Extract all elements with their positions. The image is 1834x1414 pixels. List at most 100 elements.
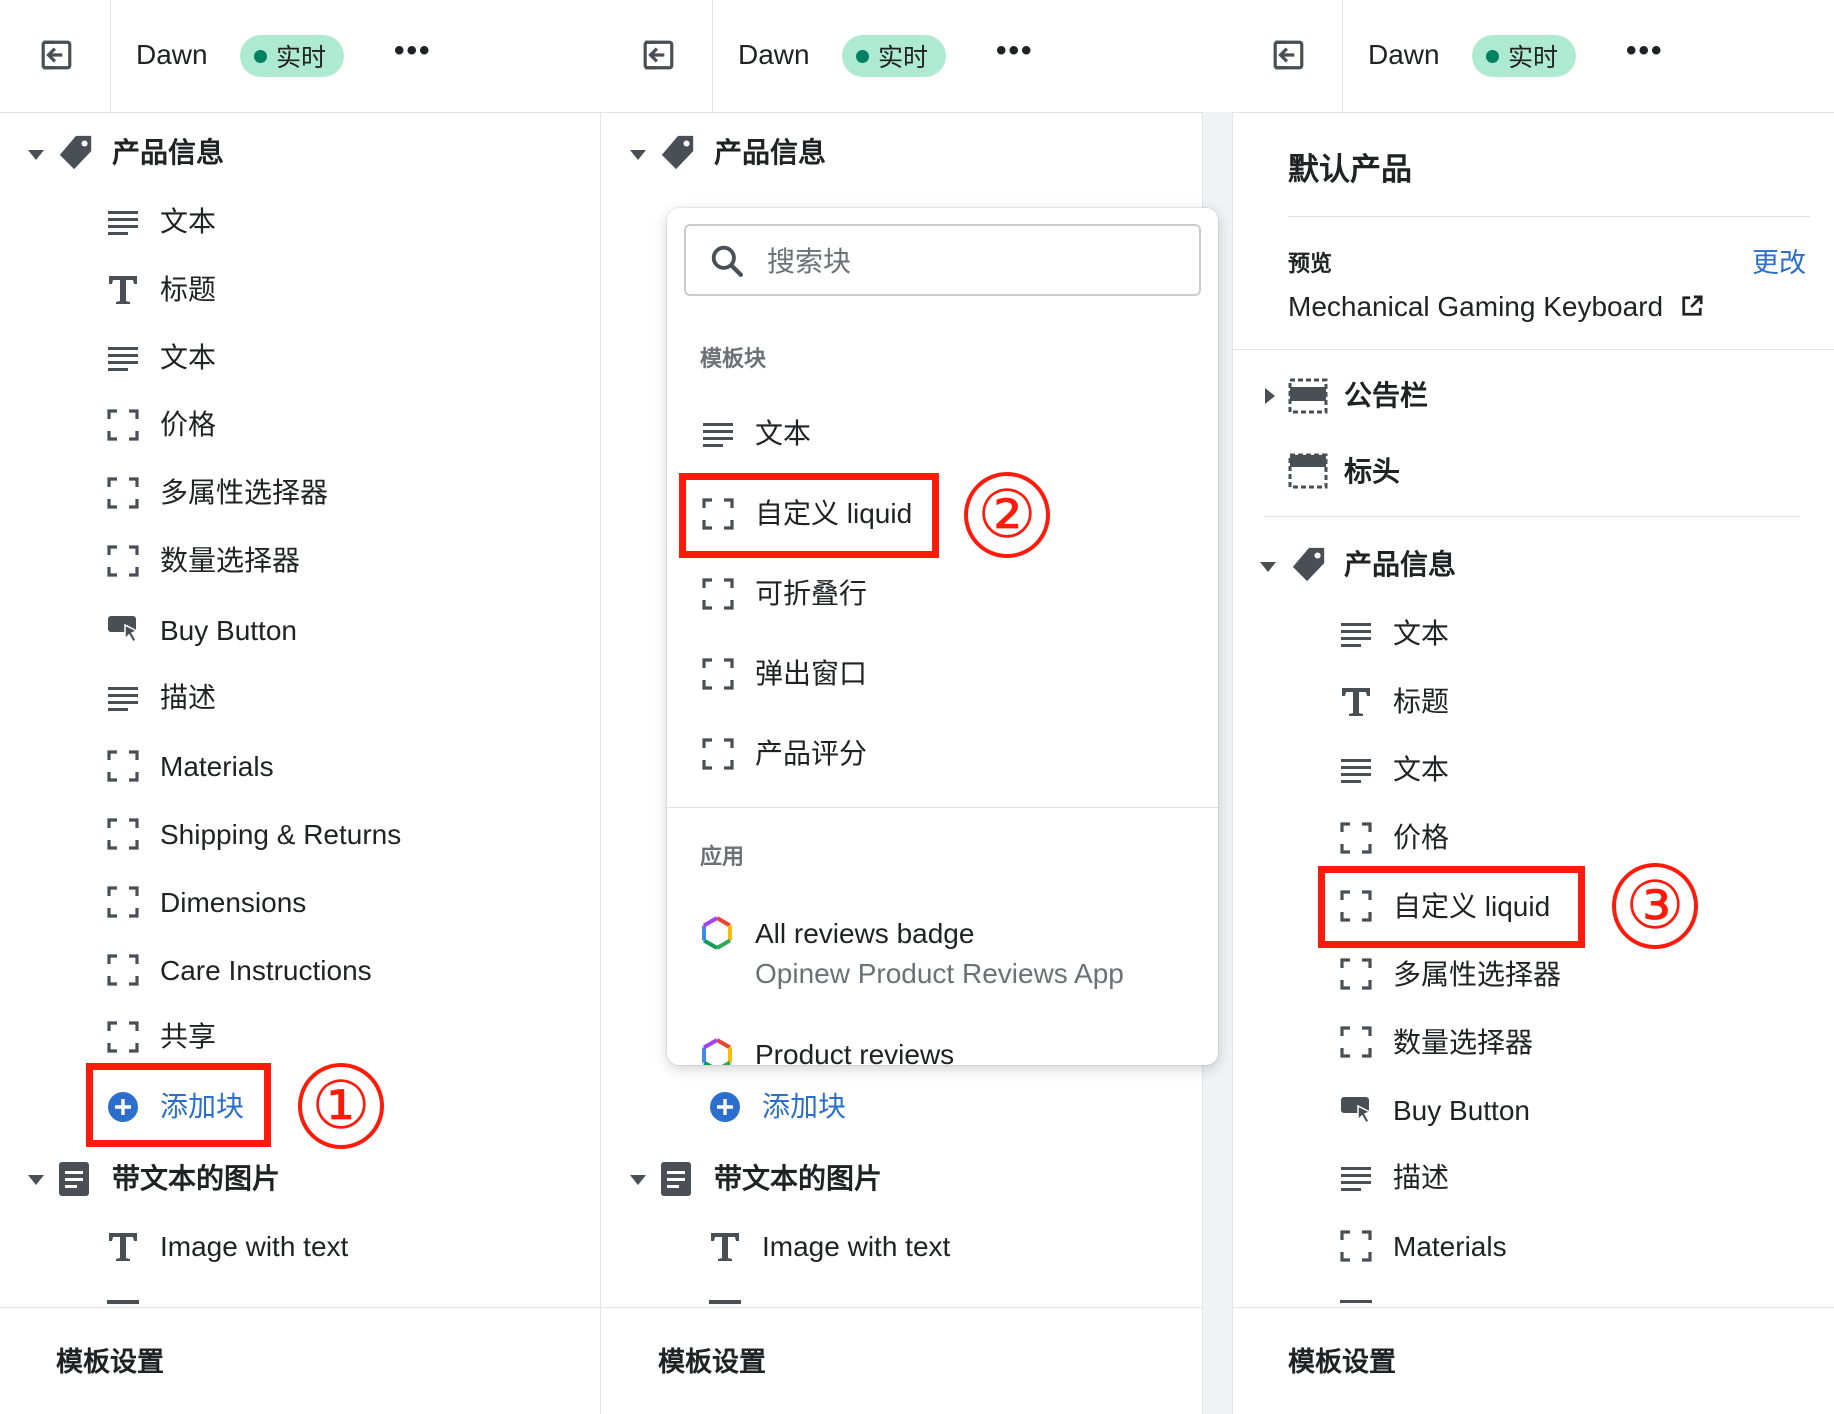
block-bracket-icon [1340,1230,1372,1262]
heading-T-icon [709,1231,741,1263]
block-bracket-icon [107,886,139,918]
template-settings-button[interactable]: 模板设置 [658,1349,766,1376]
clipped-row [709,1299,1109,1306]
block-item[interactable]: 文本 [1393,620,1449,648]
block-item[interactable]: Materials [1393,1233,1507,1261]
text-lines-icon [702,420,734,448]
template-settings-button[interactable]: 模板设置 [56,1349,164,1376]
block-picker-popover: 搜索块 模板块 文本 自定义 liquid 可折叠行 弹出窗口 产品评分 应用 … [667,208,1218,1065]
block-bracket-icon [107,477,139,509]
block-item[interactable]: Image with text [762,1233,950,1261]
block-item[interactable]: Care Instructions [160,957,372,985]
opinew-app-icon [699,915,735,951]
opinew-app-icon [699,1037,735,1065]
block-bracket-icon [1340,958,1372,990]
text-lines-icon [1340,620,1372,648]
heading-T-icon [107,274,139,306]
step-marker: ② [964,472,1050,558]
block-bracket-icon [107,750,139,782]
block-item[interactable]: 共享 [160,1023,216,1051]
block-item[interactable]: Dimensions [160,889,306,917]
header-separator [110,0,111,112]
section-header[interactable]: 标头 [1344,458,1400,486]
header-divider [0,112,1834,113]
header-section-icon [1288,453,1328,489]
block-item[interactable]: Shipping & Returns [160,821,401,849]
tag-icon [57,134,95,172]
preview-product-link[interactable]: Mechanical Gaming Keyboard [1288,293,1663,321]
clipped-row [107,1299,507,1306]
text-lines-icon [107,684,139,712]
block-item[interactable]: 价格 [1393,824,1449,852]
more-actions-button[interactable]: ••• [996,36,1034,66]
caret-right-icon[interactable] [1260,386,1280,406]
more-actions-button[interactable]: ••• [1626,36,1664,66]
exit-icon[interactable] [1272,38,1306,72]
section-product-info[interactable]: 产品信息 [714,139,826,167]
template-block-option[interactable]: 文本 [755,420,811,448]
status-badge: 实时 [1472,35,1576,77]
block-item[interactable]: Buy Button [160,617,297,645]
theme-name: Dawn [136,39,208,70]
block-item[interactable]: 数量选择器 [160,547,300,575]
caret-down-icon[interactable] [1258,557,1278,577]
status-dot-icon [856,49,869,63]
block-item[interactable]: Buy Button [1393,1097,1530,1125]
section-announcement-bar[interactable]: 公告栏 [1344,382,1428,410]
block-item[interactable]: 描述 [1393,1164,1449,1192]
caret-down-icon[interactable] [26,1170,46,1190]
section-product-info[interactable]: 产品信息 [112,139,224,167]
panel-divider [600,112,601,1414]
caret-down-icon[interactable] [628,145,648,165]
footer-divider [601,1307,1202,1308]
status-dot-icon [1486,49,1499,63]
more-actions-button[interactable]: ••• [394,36,432,66]
external-link-icon[interactable] [1681,295,1703,317]
block-item[interactable]: 多属性选择器 [1393,961,1561,989]
app-block-option[interactable]: All reviews badge [755,920,974,948]
image-text-section-icon [58,1161,90,1197]
exit-icon[interactable] [40,38,74,72]
block-item[interactable]: 多属性选择器 [160,479,328,507]
change-link[interactable]: 更改 [1752,250,1806,277]
add-circle-icon[interactable] [709,1091,741,1123]
section-product-info[interactable]: 产品信息 [1344,551,1456,579]
block-item[interactable]: 文本 [160,344,216,372]
buy-button-icon [1340,1094,1374,1126]
block-item[interactable]: 标题 [1393,688,1449,716]
search-placeholder: 搜索块 [767,246,852,277]
template-block-option[interactable]: 弹出窗口 [755,660,867,688]
highlight-box [679,473,939,558]
block-item[interactable]: 文本 [160,208,216,236]
search-input[interactable]: 搜索块 [684,224,1201,296]
block-item[interactable]: 数量选择器 [1393,1029,1533,1057]
block-bracket-icon [702,578,734,610]
block-bracket-icon [107,954,139,986]
template-settings-button[interactable]: 模板设置 [1288,1349,1396,1376]
highlight-box [86,1063,271,1147]
section-image-with-text[interactable]: 带文本的图片 [112,1165,280,1193]
block-item[interactable]: 描述 [160,684,216,712]
template-block-option[interactable]: 可折叠行 [755,580,867,608]
footer-divider [0,1307,600,1308]
exit-icon[interactable] [642,38,676,72]
add-block-button[interactable]: 添加块 [762,1093,846,1121]
text-lines-icon [107,208,139,236]
block-item[interactable]: 标题 [160,276,216,304]
block-item[interactable]: Materials [160,753,274,781]
buy-button-icon [107,613,141,645]
theme-name: Dawn [738,39,810,70]
block-item[interactable]: 价格 [160,411,216,439]
caret-down-icon[interactable] [628,1170,648,1190]
app-block-option[interactable]: Product reviews [755,1041,954,1066]
block-item[interactable]: Image with text [160,1233,348,1261]
section-image-with-text[interactable]: 带文本的图片 [714,1165,882,1193]
highlight-box [1318,866,1585,948]
section-divider [1264,516,1800,517]
popover-divider [667,807,1218,808]
block-item[interactable]: 文本 [1393,756,1449,784]
step-marker: ③ [1612,863,1698,949]
caret-down-icon[interactable] [26,145,46,165]
header-separator [712,0,713,112]
template-block-option[interactable]: 产品评分 [755,740,867,768]
